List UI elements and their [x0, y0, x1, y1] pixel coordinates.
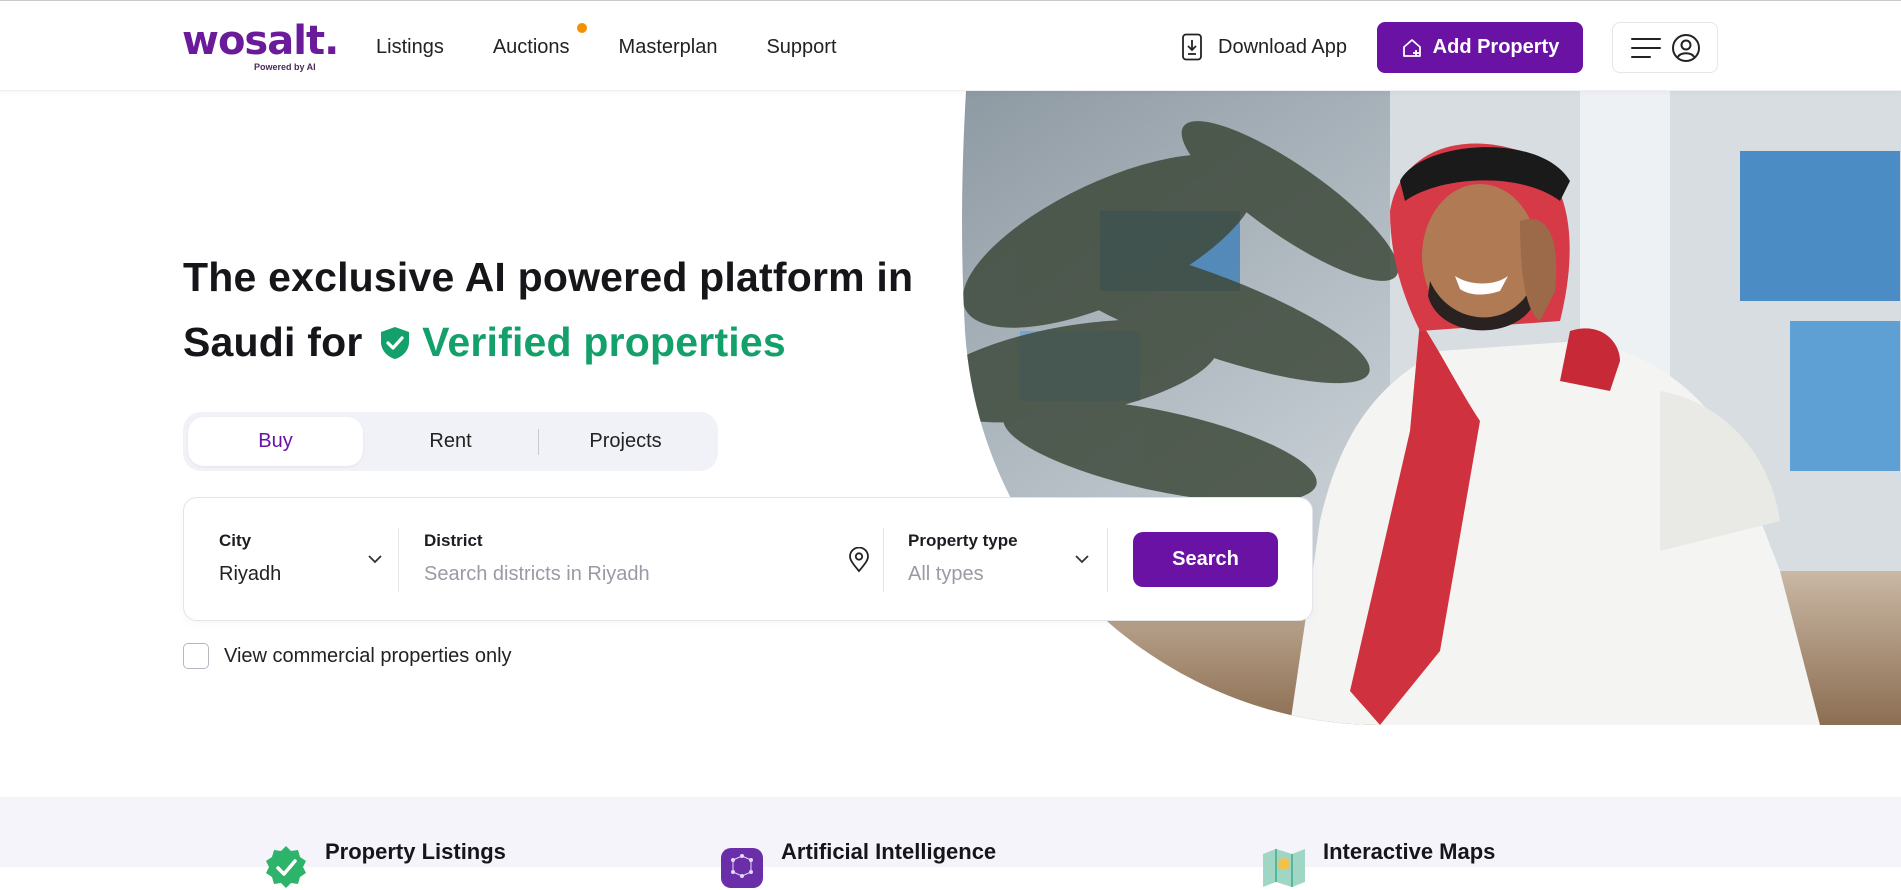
tab-buy[interactable]: Buy: [188, 417, 363, 466]
feature-title: Artificial Intelligence: [781, 839, 997, 864]
add-property-label: Add Property: [1432, 36, 1560, 58]
property-type-select[interactable]: Property type All types: [908, 531, 1088, 586]
main-nav: Listings Auctions Masterplan Support: [376, 23, 886, 60]
verified-shield-icon: [381, 327, 410, 359]
listing-type-tabs: Buy Rent Projects: [183, 412, 718, 471]
hero-photo-man-on-phone: [960, 91, 1901, 725]
user-avatar-icon[interactable]: [1671, 33, 1701, 63]
district-label: District: [424, 531, 483, 550]
feature-title: Property Listings: [325, 839, 506, 864]
hamburger-menu-icon[interactable]: [1630, 36, 1662, 60]
house-plus-icon: [1402, 38, 1421, 57]
verified-badge-icon: [266, 846, 306, 888]
verified-properties-highlight: Verified properties: [422, 319, 786, 365]
features-strip: Property Listings Artificial Intelligenc…: [0, 797, 1901, 888]
district-placeholder: Search districts in Riyadh: [424, 563, 650, 585]
map-icon: [1263, 849, 1305, 887]
nav-auctions[interactable]: Auctions: [492, 23, 587, 60]
city-label: City: [219, 531, 252, 550]
nav-support[interactable]: Support: [766, 34, 836, 60]
notification-dot: [576, 23, 587, 33]
tab-rent[interactable]: Rent: [363, 417, 538, 466]
nav-masterplan[interactable]: Masterplan: [619, 34, 718, 60]
city-value: Riyadh: [219, 563, 282, 585]
add-property-button[interactable]: Add Property: [1377, 22, 1583, 73]
commercial-checkbox-label: View commercial properties only: [224, 644, 512, 667]
city-select[interactable]: City Riyadh: [219, 531, 379, 586]
site-header: wosalt. Powered by AI Listings Auctions …: [0, 1, 1901, 91]
nav-auctions-label: Auctions: [492, 36, 570, 58]
logo-wordmark: wosalt.: [182, 18, 339, 64]
phone-download-icon: [1182, 33, 1202, 61]
field-divider: [398, 528, 399, 592]
commercial-checkbox-box[interactable]: [183, 643, 209, 669]
field-divider: [1107, 528, 1108, 592]
feature-property-listings: Property Listings: [263, 839, 506, 890]
location-pin-icon[interactable]: [848, 547, 870, 573]
feature-artificial-intelligence: Artificial Intelligence: [719, 839, 996, 890]
hero-title: The exclusive AI powered platform in Sau…: [183, 245, 943, 375]
search-button[interactable]: Search: [1133, 532, 1278, 587]
ai-chip-icon: [721, 848, 763, 888]
account-menu[interactable]: [1612, 22, 1718, 73]
download-app-link[interactable]: Download App: [1180, 33, 1347, 61]
type-chevron-down-icon[interactable]: [1074, 554, 1090, 564]
city-chevron-down-icon[interactable]: [367, 554, 383, 564]
tab-projects[interactable]: Projects: [538, 417, 713, 466]
nav-listings[interactable]: Listings: [376, 34, 444, 60]
field-divider: [883, 528, 884, 592]
district-input[interactable]: District Search districts in Riyadh: [424, 531, 844, 586]
feature-title: Interactive Maps: [1323, 839, 1496, 864]
feature-interactive-maps: Interactive Maps: [1261, 839, 1495, 890]
property-search-bar: City Riyadh District Search districts in…: [183, 497, 1313, 621]
property-type-placeholder: All types: [908, 563, 984, 585]
wosalt-logo[interactable]: wosalt. Powered by AI: [182, 18, 339, 75]
property-type-label: Property type: [908, 531, 1018, 550]
download-app-label: Download App: [1218, 35, 1347, 58]
commercial-only-checkbox[interactable]: View commercial properties only: [183, 643, 512, 669]
logo-tagline: Powered by AI: [254, 62, 316, 72]
